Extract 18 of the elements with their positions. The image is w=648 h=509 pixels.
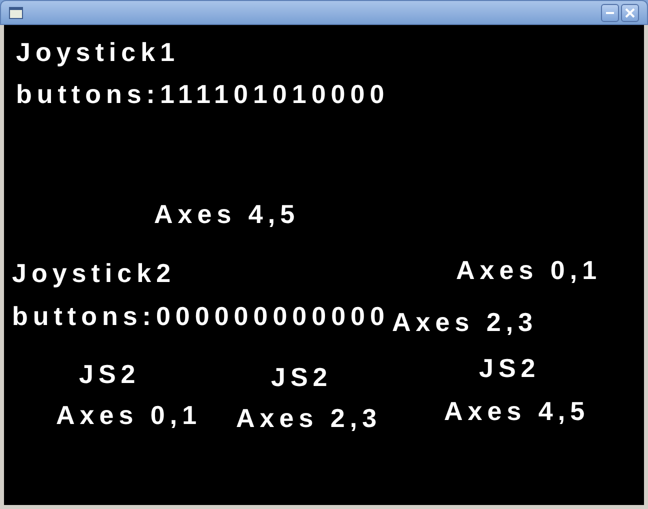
canvas-label: JS2 bbox=[79, 359, 140, 389]
canvas-label: Axes 4,5 bbox=[154, 199, 300, 229]
canvas-label: Joystick2 bbox=[12, 258, 176, 288]
canvas-label: Axes 0,1 bbox=[56, 400, 202, 430]
window-icon bbox=[9, 6, 23, 18]
canvas-label: buttons:111101010000 bbox=[16, 79, 390, 109]
canvas-label: JS2 bbox=[271, 362, 332, 392]
canvas-label: Axes 2,3 bbox=[392, 307, 538, 337]
close-icon bbox=[625, 8, 635, 18]
minimize-button[interactable] bbox=[601, 4, 619, 22]
canvas-label: Axes 0,1 bbox=[456, 255, 602, 285]
canvas-label: Axes 2,3 bbox=[236, 403, 382, 433]
canvas-label: buttons:000000000000 bbox=[12, 301, 390, 331]
minimize-icon bbox=[606, 11, 614, 14]
canvas-label: Axes 4,5 bbox=[444, 396, 590, 426]
canvas-label: Joystick1 bbox=[16, 37, 180, 67]
canvas-label: JS2 bbox=[479, 353, 540, 383]
close-button[interactable] bbox=[621, 4, 639, 22]
